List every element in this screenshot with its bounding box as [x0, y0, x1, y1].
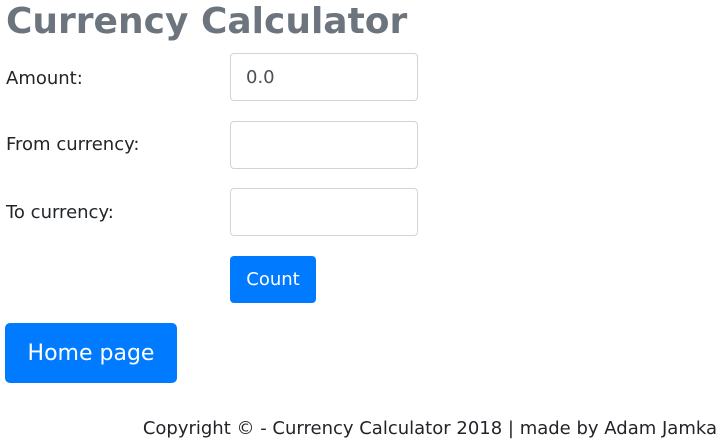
footer-copyright: Copyright © - Currency Calculator 2018 |… [142, 418, 717, 439]
from-currency-label: From currency: [6, 134, 140, 155]
count-button[interactable]: Count [230, 256, 316, 303]
page-title: Currency Calculator [6, 1, 408, 42]
amount-label: Amount: [6, 68, 83, 89]
amount-input[interactable] [230, 53, 418, 101]
from-currency-input[interactable] [230, 121, 418, 169]
home-page-button[interactable]: Home page [5, 323, 177, 383]
page: Currency Calculator Amount: From currenc… [0, 0, 721, 442]
to-currency-input[interactable] [230, 188, 418, 236]
to-currency-label: To currency: [6, 202, 114, 223]
